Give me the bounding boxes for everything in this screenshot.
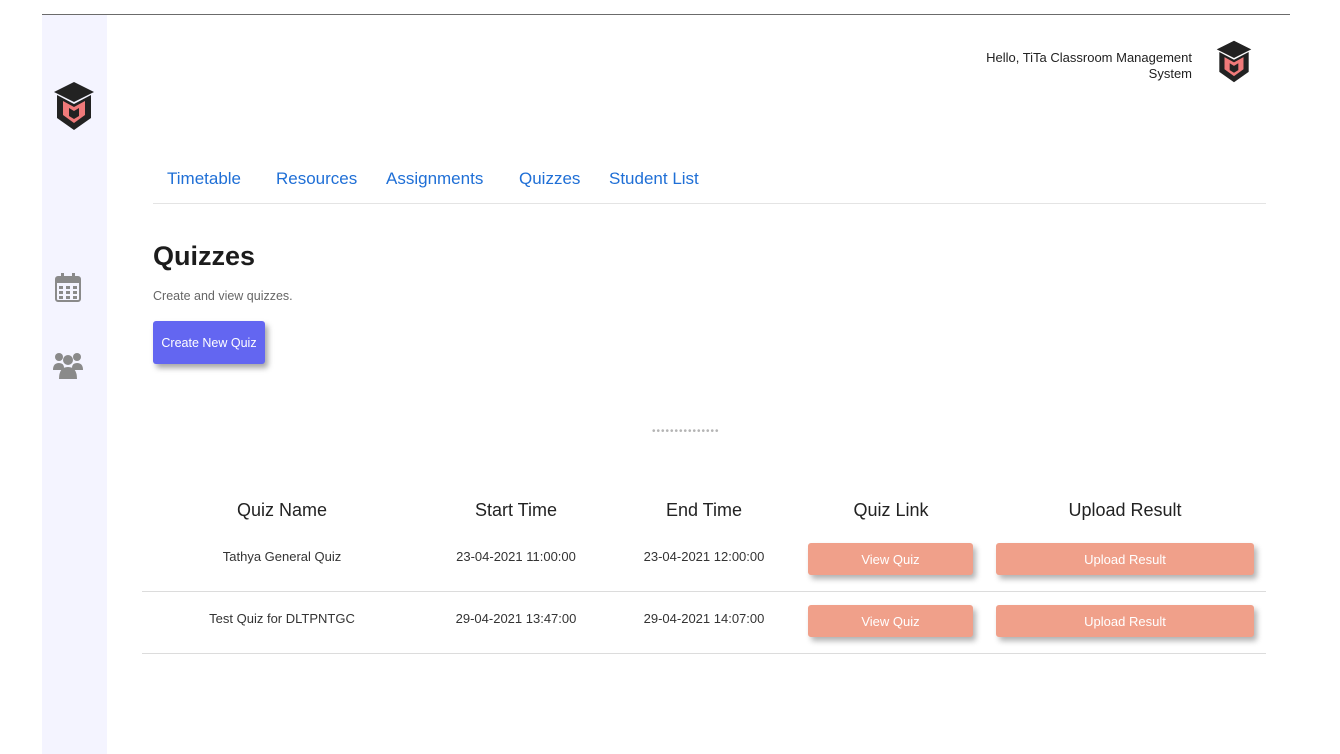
logo-icon[interactable] <box>52 80 96 132</box>
loading-dots: ••••••••••••••• <box>652 426 720 437</box>
page-title: Quizzes <box>153 241 256 271</box>
calendar-icon[interactable] <box>55 272 81 302</box>
tab-student-list[interactable]: Student List <box>609 169 699 189</box>
row-divider <box>142 653 1266 654</box>
tab-resources[interactable]: Resources <box>276 169 357 189</box>
start-time-cell: 29-04-2021 13:47:00 <box>455 611 577 626</box>
row-divider <box>142 591 1266 592</box>
users-icon[interactable] <box>52 348 84 380</box>
section-nav: Timetable Resources Assignments Quizzes … <box>153 169 1266 204</box>
user-greeting: Hello, TiTa Classroom Management System <box>986 50 1192 81</box>
upload-result-button[interactable]: Upload Result <box>996 543 1254 575</box>
quiz-name-cell: Tathya General Quiz <box>222 549 342 564</box>
tab-timetable[interactable]: Timetable <box>167 169 241 189</box>
column-header-upload-result: Upload Result <box>1068 500 1182 520</box>
end-time-cell: 23-04-2021 12:00:00 <box>643 549 765 564</box>
create-new-quiz-button[interactable]: Create New Quiz <box>153 321 265 364</box>
column-header-start-time: Start Time <box>474 500 558 520</box>
view-quiz-button[interactable]: View Quiz <box>808 605 973 637</box>
page-subtitle: Create and view quizzes. <box>153 289 293 303</box>
column-header-end-time: End Time <box>665 500 743 520</box>
end-time-cell: 29-04-2021 14:07:00 <box>643 611 765 626</box>
column-header-quiz-link: Quiz Link <box>853 500 929 520</box>
tab-assignments[interactable]: Assignments <box>386 169 483 189</box>
top-divider <box>42 14 1290 15</box>
view-quiz-button[interactable]: View Quiz <box>808 543 973 575</box>
sidebar <box>42 15 107 754</box>
profile-logo-icon[interactable] <box>1215 39 1253 84</box>
tab-quizzes[interactable]: Quizzes <box>519 169 580 189</box>
upload-result-button[interactable]: Upload Result <box>996 605 1254 637</box>
quiz-name-cell: Test Quiz for DLTPNTGC <box>209 611 355 626</box>
start-time-cell: 23-04-2021 11:00:00 <box>456 549 576 564</box>
column-header-quiz-name: Quiz Name <box>236 500 328 520</box>
